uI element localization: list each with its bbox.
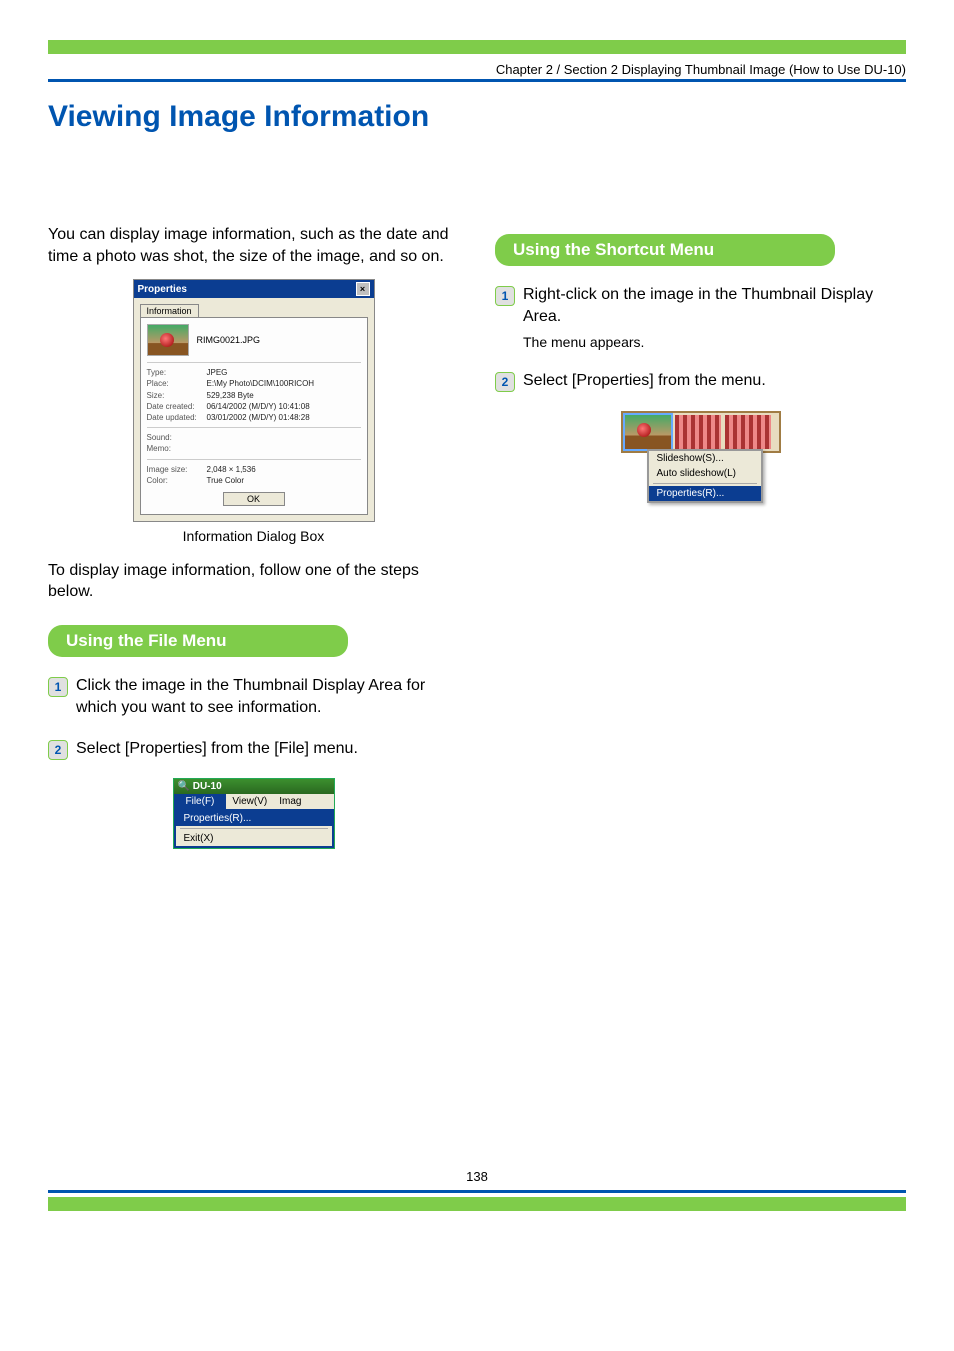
kv-key: Type: — [147, 367, 207, 378]
properties-dialog-figure: Properties × Information RIMG0021.JPG Ty… — [48, 279, 459, 544]
context-menu-figure: Slideshow(S)... Auto slideshow(L) Proper… — [495, 411, 906, 523]
shortcut-step-1-sub: The menu appears. — [523, 333, 906, 353]
shortcut-step-2: Select [Properties] from the menu. — [523, 370, 766, 392]
close-icon[interactable]: × — [356, 282, 370, 296]
ok-button[interactable]: OK — [223, 492, 285, 506]
file-menu-heading: Using the File Menu — [48, 625, 348, 657]
kv-key: Date updated: — [147, 412, 207, 423]
page-title: Viewing Image Information — [48, 100, 906, 134]
file-step-1: Click the image in the Thumbnail Display… — [76, 675, 459, 720]
menubar-file[interactable]: File(F) — [174, 794, 227, 809]
kv-key: Size: — [147, 390, 207, 401]
kv-val: 03/01/2002 (M/D/Y) 01:48:28 — [207, 412, 361, 423]
ctx-slideshow[interactable]: Slideshow(S)... — [649, 451, 761, 466]
kv-key: Color: — [147, 475, 207, 486]
filename-label: RIMG0021.JPG — [197, 335, 261, 345]
thumbnail-selected[interactable] — [625, 415, 671, 449]
context-menu: Slideshow(S)... Auto slideshow(L) Proper… — [647, 449, 763, 503]
kv-val: 529,238 Byte — [207, 390, 361, 401]
shortcut-step-1: Right-click on the image in the Thumbnai… — [523, 284, 906, 329]
menu-properties[interactable]: Properties(R)... — [176, 811, 332, 826]
kv-val: True Color — [207, 475, 361, 486]
step-number-2: 2 — [495, 372, 515, 392]
chapter-underline — [48, 79, 906, 82]
kv-key: Memo: — [147, 443, 207, 454]
step-number-1: 1 — [48, 677, 68, 697]
dialog-caption: Information Dialog Box — [48, 528, 459, 544]
kv-val — [207, 443, 361, 454]
kv-key: Place: — [147, 378, 207, 389]
menubar-view[interactable]: View(V) — [226, 794, 273, 809]
kv-val: JPEG — [207, 367, 361, 378]
window-title: DU-10 — [193, 781, 222, 792]
kv-val — [207, 432, 361, 443]
kv-val: E:\My Photo\DCIM\100RICOH — [207, 378, 361, 389]
menu-exit[interactable]: Exit(X) — [176, 831, 332, 846]
properties-dialog: Properties × Information RIMG0021.JPG Ty… — [133, 279, 375, 522]
thumbnail[interactable] — [675, 415, 721, 449]
kv-key: Image size: — [147, 464, 207, 475]
bottom-bars — [48, 1190, 906, 1211]
kv-val: 2,048 × 1,536 — [207, 464, 361, 475]
thumbnail-preview — [147, 324, 189, 356]
ctx-auto-slideshow[interactable]: Auto slideshow(L) — [649, 466, 761, 481]
information-tab[interactable]: Information — [140, 304, 199, 317]
file-step-2: Select [Properties] from the [File] menu… — [76, 738, 358, 760]
step-number-2: 2 — [48, 740, 68, 760]
file-menu-figure: 🔍 DU-10 File(F) View(V) Imag Properties(… — [48, 778, 459, 849]
follow-intro: To display image information, follow one… — [48, 560, 459, 603]
kv-val: 06/14/2002 (M/D/Y) 10:41:08 — [207, 401, 361, 412]
dialog-titlebar: Properties — [138, 284, 187, 295]
chapter-line: Chapter 2 / Section 2 Displaying Thumbna… — [48, 62, 906, 77]
kv-key: Sound: — [147, 432, 207, 443]
step-number-1: 1 — [495, 286, 515, 306]
thumbnail[interactable] — [725, 415, 771, 449]
menubar-image[interactable]: Imag — [273, 794, 307, 809]
kv-key: Date created: — [147, 401, 207, 412]
page-number: 138 — [48, 1169, 906, 1184]
top-green-bar — [48, 40, 906, 54]
intro-text: You can display image information, such … — [48, 224, 459, 267]
shortcut-menu-heading: Using the Shortcut Menu — [495, 234, 835, 266]
ctx-properties[interactable]: Properties(R)... — [649, 486, 761, 501]
